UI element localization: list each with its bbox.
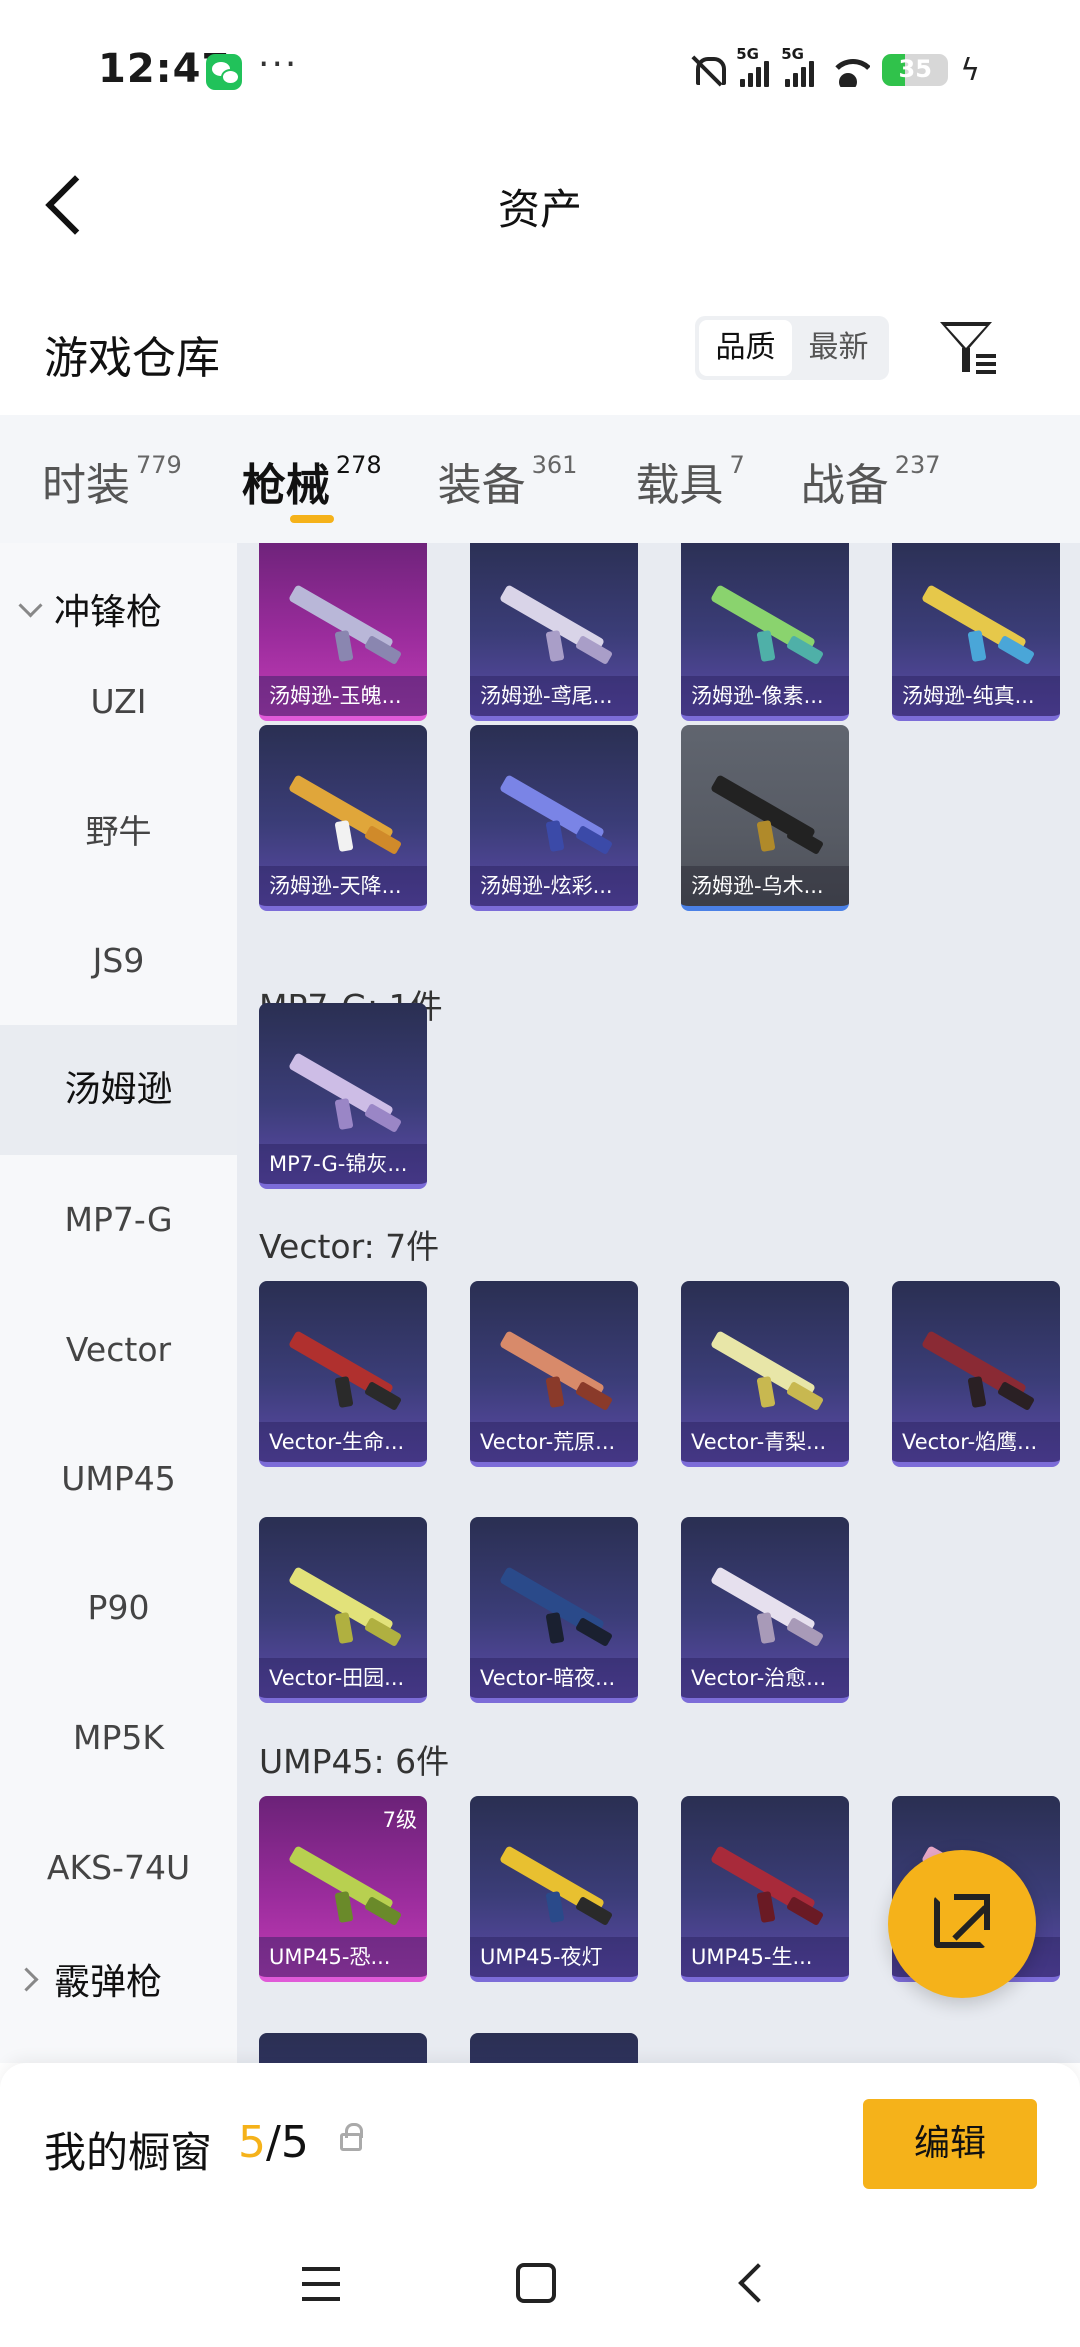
- warehouse-title: 游戏仓库: [44, 333, 220, 384]
- item-card[interactable]: 汤姆逊-像素...: [681, 543, 849, 721]
- sort-toggle: 品质 最新: [695, 316, 889, 380]
- showcase-title: 我的橱窗: [44, 2128, 213, 2177]
- signal-icon: 5G: [736, 45, 770, 87]
- showcase-count: 5/5: [238, 2117, 309, 2168]
- menu-icon[interactable]: [302, 2267, 340, 2301]
- sidebar-item-bison[interactable]: 野牛: [0, 767, 237, 897]
- item-card[interactable]: Vector-生命...: [259, 1281, 427, 1467]
- header: 资产: [0, 130, 1080, 280]
- item-card[interactable]: Vector-荒原...: [470, 1281, 638, 1467]
- back-icon[interactable]: [738, 2263, 778, 2303]
- item-card[interactable]: 汤姆逊-炫彩...: [470, 725, 638, 911]
- category-tabs: 时装 779 枪械 278 装备 361 载具 7 战备 237: [0, 415, 1080, 543]
- item-card[interactable]: Vector-田园...: [259, 1517, 427, 1703]
- more-notifications-icon: ···: [258, 44, 299, 85]
- signal-icon-2: 5G: [781, 45, 815, 87]
- sidebar-item-mp7g[interactable]: MP7-G: [0, 1155, 237, 1285]
- item-card[interactable]: 汤姆逊-天降...: [259, 725, 427, 911]
- item-card[interactable]: UMP45-生...: [681, 1796, 849, 1982]
- status-bar: 12:47 ··· 5G 5G 35 ϟ: [0, 0, 1080, 130]
- item-card[interactable]: Vector-焰鹰...: [892, 1281, 1060, 1467]
- item-level-badge: 7级: [382, 1808, 417, 1832]
- item-card[interactable]: Vector-青梨...: [681, 1281, 849, 1467]
- sidebar-group-shotgun[interactable]: 霰弹枪: [18, 1953, 162, 2005]
- warehouse-header: 游戏仓库 品质 最新: [0, 280, 1080, 415]
- item-card[interactable]: 汤姆逊-鸢尾...: [470, 543, 638, 721]
- tab-battle-prep[interactable]: 战备 237: [801, 415, 941, 543]
- wechat-notification-icon: [206, 54, 242, 90]
- lock-icon: [340, 2123, 363, 2151]
- edit-button[interactable]: 编辑: [863, 2099, 1037, 2189]
- sidebar-item-mp5k[interactable]: MP5K: [0, 1673, 237, 1803]
- sidebar-item-aks74u[interactable]: AKS-74U: [0, 1803, 237, 1933]
- item-card[interactable]: Vector-暗夜...: [470, 1517, 638, 1703]
- system-nav-bar: [0, 2223, 1080, 2347]
- item-card[interactable]: UMP45-夜灯: [470, 1796, 638, 1982]
- item-card[interactable]: [470, 2033, 638, 2063]
- tab-guns[interactable]: 枪械 278: [242, 415, 382, 543]
- home-icon[interactable]: [516, 2263, 556, 2303]
- item-card[interactable]: MP7-G-锦灰...: [259, 1003, 427, 1189]
- item-card[interactable]: Vector-治愈...: [681, 1517, 849, 1703]
- item-card[interactable]: 汤姆逊-乌木...: [681, 725, 849, 911]
- chevron-down-icon: [18, 597, 42, 621]
- showcase-bar: 我的橱窗 5/5 编辑: [0, 2063, 1080, 2223]
- sort-latest-button[interactable]: 最新: [792, 320, 885, 376]
- sidebar-item-ump45[interactable]: UMP45: [0, 1414, 237, 1544]
- share-fab-button[interactable]: [888, 1850, 1036, 1998]
- item-grid: 汤姆逊-玉魄... 汤姆逊-鸢尾... 汤姆逊-像素... 汤姆逊-纯真... …: [237, 543, 1080, 2063]
- chevron-right-icon: [18, 1967, 42, 1991]
- weapon-type-sidebar: 冲锋枪 UZI 野牛 JS9 汤姆逊 MP7-G Vector UMP45 P9…: [0, 543, 237, 2063]
- tab-vehicles[interactable]: 载具 7: [635, 415, 744, 543]
- sidebar-item-js9[interactable]: JS9: [0, 896, 237, 1026]
- active-tab-indicator: [289, 515, 334, 523]
- section-title-vector: Vector: 7件: [259, 1227, 440, 1266]
- tab-equipment[interactable]: 装备 361: [438, 415, 578, 543]
- tab-fashion[interactable]: 时装 779: [42, 415, 182, 543]
- charging-icon: ϟ: [960, 52, 980, 88]
- sidebar-item-thompson[interactable]: 汤姆逊: [0, 1025, 237, 1155]
- battery-level: 35: [898, 55, 932, 83]
- status-icons: 5G 5G 35 ϟ: [690, 45, 980, 90]
- item-card[interactable]: 7级 UMP45-恐...: [259, 1796, 427, 1982]
- section-title-ump45: UMP45: 6件: [259, 1742, 450, 1781]
- item-card[interactable]: [259, 2033, 427, 2063]
- page-title: 资产: [497, 185, 582, 234]
- battery-icon: 35: [882, 54, 949, 86]
- sidebar-group-smg[interactable]: 冲锋枪: [18, 583, 162, 635]
- filter-icon[interactable]: [940, 320, 1000, 380]
- bell-off-icon: [690, 53, 727, 87]
- wifi-icon: [826, 53, 871, 87]
- item-card[interactable]: 汤姆逊-玉魄...: [259, 543, 427, 721]
- sort-quality-button[interactable]: 品质: [699, 320, 792, 376]
- sidebar-item-uzi[interactable]: UZI: [0, 637, 237, 767]
- sidebar-item-p90[interactable]: P90: [0, 1543, 237, 1673]
- item-card[interactable]: 汤姆逊-纯真...: [892, 543, 1060, 721]
- sidebar-item-vector[interactable]: Vector: [0, 1285, 237, 1415]
